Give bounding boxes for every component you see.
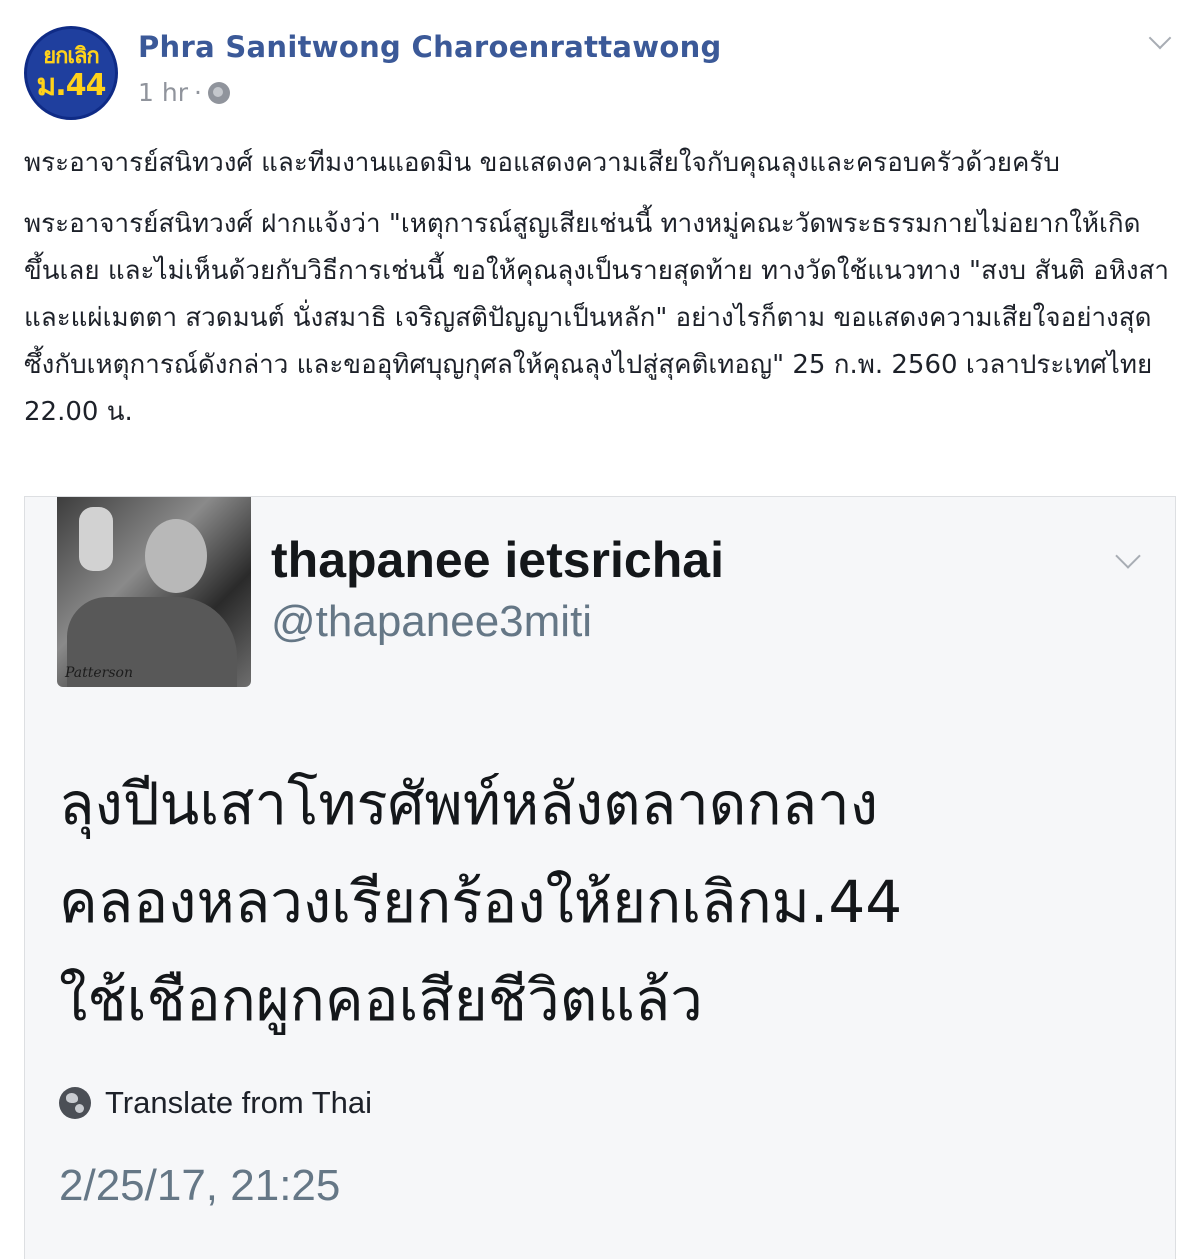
avatar-text-top: ยกเลิก bbox=[43, 44, 100, 69]
avatar-hand-shape bbox=[79, 507, 113, 571]
shared-tweet-image[interactable]: Patterson thapanee ietsrichai @thapanee3… bbox=[24, 496, 1176, 1259]
post-text: พระอาจารย์สนิทวงศ์ และทีมงานแอดมิน ขอแสด… bbox=[24, 140, 1176, 450]
globe-icon bbox=[59, 1087, 91, 1119]
tweet-text-line-2: คลองหลวงเรียกร้องให้ยกเลิกม.44 bbox=[59, 868, 903, 936]
translate-label: Translate from Thai bbox=[105, 1085, 373, 1120]
page-name-link[interactable]: Phra Sanitwong Charoenrattawong bbox=[138, 30, 722, 64]
avatar-face-shape bbox=[145, 519, 207, 593]
avatar-text-bottom: ม.44 bbox=[36, 68, 107, 103]
post-header: ยกเลิก ม.44 Phra Sanitwong Charoenrattaw… bbox=[24, 26, 1176, 122]
page-avatar[interactable]: ยกเลิก ม.44 bbox=[24, 26, 118, 120]
post-time[interactable]: 1 hr bbox=[138, 78, 188, 107]
tweet-handle: @thapanee3miti bbox=[271, 597, 593, 646]
tweet-display-name: thapanee ietsrichai bbox=[271, 532, 724, 588]
tweet-text-line-1: ลุงปีนเสาโทรศัพท์หลังตลาดกลาง bbox=[59, 770, 879, 838]
translate-link: Translate from Thai bbox=[59, 1085, 372, 1121]
tweet-timestamp: 2/25/17, 21:25 bbox=[59, 1161, 341, 1210]
globe-icon[interactable] bbox=[207, 81, 230, 104]
tweet-text: ลุงปีนเสาโทรศัพท์หลังตลาดกลาง คลองหลวงเร… bbox=[59, 755, 1139, 1049]
post-paragraph-1: พระอาจารย์สนิทวงศ์ และทีมงานแอดมิน ขอแสด… bbox=[24, 148, 1060, 178]
post-paragraph-2: พระอาจารย์สนิทวงศ์ ฝากแจ้งว่า "เหตุการณ์… bbox=[24, 209, 1170, 427]
tweet-text-line-3: ใช้เชือกผูกคอเสียชีวิตแล้ว bbox=[59, 966, 703, 1034]
tweet-chevron-down-icon bbox=[1115, 543, 1141, 569]
avatar-signature: Patterson bbox=[65, 665, 133, 681]
post-meta: 1 hr · bbox=[138, 78, 230, 107]
tweet-avatar: Patterson bbox=[57, 497, 251, 687]
meta-separator: · bbox=[193, 78, 202, 107]
